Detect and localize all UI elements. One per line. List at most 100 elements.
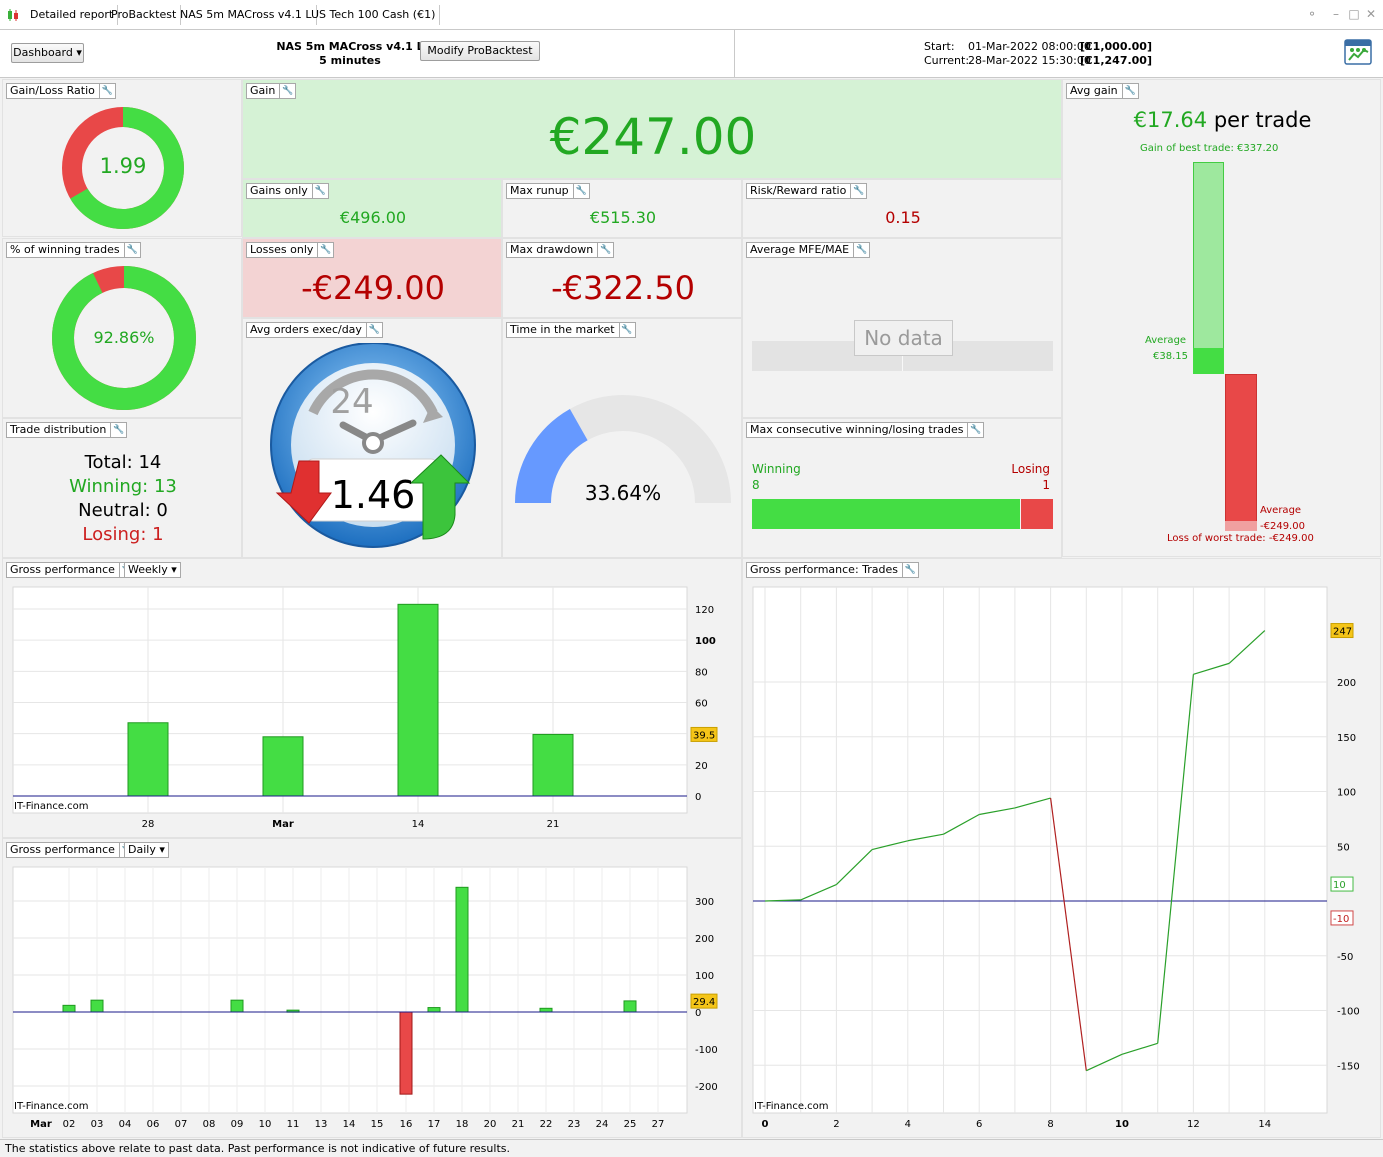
weekly-period-dropdown[interactable]: Weekly ▾: [124, 562, 181, 578]
daily-period-dropdown[interactable]: Daily ▾: [124, 842, 169, 858]
x-tick-label: 07: [175, 1119, 188, 1130]
gross-daily-title[interactable]: Gross performance🔧: [6, 842, 136, 858]
avg-orders-panel: Avg orders exec/day 🔧 24 1.46: [242, 318, 502, 558]
wrench-icon[interactable]: 🔧: [597, 242, 613, 258]
losses-only-panel: Losses only 🔧 -€249.00: [242, 238, 502, 318]
risk-reward-value: 0.15: [885, 208, 921, 227]
trade-distribution-title[interactable]: Trade distribution 🔧: [6, 422, 128, 438]
modify-probacktest-button[interactable]: Modify ProBacktest: [420, 41, 540, 61]
avg-gain-line: €17.64 per trade: [1063, 108, 1380, 132]
x-tick-label: 15: [371, 1119, 384, 1130]
gains-only-title[interactable]: Gains only 🔧: [246, 183, 329, 199]
gross-daily-panel: Gross performance🔧 Daily ▾ -200-10001002…: [2, 838, 742, 1138]
tab-probacktest[interactable]: ProBacktest: [107, 5, 182, 25]
y-tick-label: 100: [1337, 788, 1356, 799]
tab-detailed-report[interactable]: Detailed report: [26, 5, 119, 25]
timeframe: 5 minutes: [319, 54, 381, 67]
weekly-bar: [262, 736, 304, 797]
daily-bar: [539, 1007, 553, 1013]
current-date: 28-Mar-2022 15:30:00: [968, 54, 1091, 67]
weekly-bar: [532, 733, 574, 797]
avg-gain-panel: Avg gain 🔧 €17.64 per trade Gain of best …: [1062, 79, 1381, 557]
dashboard-label: Dashboard: [13, 46, 73, 59]
risk-reward-title[interactable]: Risk/Reward ratio 🔧: [746, 183, 868, 199]
weekly-bar-chart: 02040608010012028Mar142139.5: [12, 586, 718, 830]
neutral-row: Neutral: 0: [78, 500, 168, 521]
share-icon[interactable]: ⚬: [1305, 7, 1319, 21]
y-tick-label: 120: [695, 605, 714, 616]
wrench-icon[interactable]: 🔧: [618, 322, 635, 338]
trade-distribution-panel: Trade distribution 🔧 Total: 14 Winning: 1…: [2, 418, 242, 558]
weekly-bar: [127, 722, 169, 797]
x-tick-label: 0: [762, 1119, 769, 1130]
dashboard-dropdown[interactable]: Dashboard ▾: [11, 43, 84, 63]
trades-watermark: IT-Finance.com: [754, 1101, 829, 1112]
wrench-icon[interactable]: 🔧: [98, 83, 115, 99]
tab-strategy[interactable]: NAS 5m MACross v4.1 L: [176, 5, 317, 25]
wrench-icon[interactable]: 🔧: [279, 83, 295, 99]
y-tick-label: -100: [695, 1045, 718, 1056]
report-settings-icon[interactable]: [1344, 38, 1374, 68]
wrench-icon[interactable]: 🔧: [317, 242, 333, 258]
y-tick-label: 50: [1337, 842, 1350, 853]
wrench-icon[interactable]: 🔧: [572, 183, 589, 199]
max-consecutive-title[interactable]: Max consecutive winning/losing trades 🔧: [746, 422, 985, 438]
wrench-icon[interactable]: 🔧: [967, 422, 983, 438]
x-tick-label: 04: [119, 1119, 132, 1130]
gain-title[interactable]: Gain 🔧: [246, 83, 297, 99]
tab-instrument[interactable]: US Tech 100 Cash (€1): [307, 5, 441, 25]
avg-gain-title[interactable]: Avg gain 🔧: [1066, 83, 1139, 99]
y-tick-label: 0: [695, 792, 701, 803]
daily-bar: [455, 886, 469, 1013]
x-tick-label: Mar: [30, 1119, 52, 1130]
max-drawdown-panel: Max drawdown 🔧 -€322.50: [502, 238, 742, 318]
wrench-icon[interactable]: 🔧: [1121, 83, 1138, 99]
pct-winning-title[interactable]: % of winning trades 🔧: [6, 242, 141, 258]
avg-mfe-mae-title[interactable]: Average MFE/MAE 🔧: [746, 242, 871, 258]
time-in-market-title[interactable]: Time in the market 🔧: [506, 322, 636, 338]
wrench-icon[interactable]: 🔧: [311, 183, 328, 199]
gain-loss-ratio-title[interactable]: Gain/Loss Ratio 🔧: [6, 83, 116, 99]
losses-only-title[interactable]: Losses only 🔧: [246, 242, 335, 258]
winning-row: Winning: 13: [69, 476, 177, 497]
y-tick-label: -150: [1337, 1061, 1360, 1072]
chevron-down-icon: ▾: [159, 843, 165, 856]
x-tick-label: 10: [1115, 1119, 1129, 1130]
value-marker-label: 247: [1333, 627, 1352, 638]
current-label: Current:: [924, 54, 970, 67]
maximize-icon[interactable]: □: [1347, 7, 1361, 21]
average-loss-bar: [1225, 521, 1257, 531]
gross-weekly-title[interactable]: Gross performance🔧: [6, 562, 136, 578]
wrench-icon[interactable]: 🔧: [850, 183, 866, 199]
y-tick-label: 200: [1337, 678, 1356, 689]
gross-trades-title[interactable]: Gross performance: Trades 🔧: [746, 562, 919, 578]
y-tick-label: -50: [1337, 952, 1353, 963]
losing-row: Losing: 1: [82, 524, 164, 545]
weekly-watermark: IT-Finance.com: [14, 801, 89, 812]
wrench-icon[interactable]: 🔧: [110, 422, 126, 438]
y-tick-label: -200: [695, 1082, 718, 1093]
chevron-down-icon: ▾: [76, 46, 82, 59]
x-tick-label: 09: [231, 1119, 244, 1130]
max-drawdown-value: -€322.50: [551, 269, 695, 307]
consecutive-winning-bar: [752, 499, 1020, 529]
minimize-icon[interactable]: –: [1329, 7, 1343, 21]
y-tick-label: 300: [695, 897, 714, 908]
start-value: [€1,000.00]: [1080, 40, 1152, 53]
consecutive-losing-bar: [1021, 499, 1053, 529]
wrench-icon[interactable]: 🔧: [365, 322, 382, 338]
daily-bar: [62, 1004, 76, 1013]
wrench-icon[interactable]: 🔧: [123, 242, 140, 258]
max-runup-title[interactable]: Max runup 🔧: [506, 183, 590, 199]
wrench-icon[interactable]: 🔧: [853, 242, 869, 258]
wrench-icon[interactable]: 🔧: [902, 562, 918, 578]
x-tick-label: 02: [63, 1119, 76, 1130]
close-icon[interactable]: ✕: [1364, 7, 1378, 21]
consecutive-winning-value: 8: [752, 478, 760, 492]
x-tick-label: 2: [833, 1119, 839, 1130]
trade-distribution-list: Total: 14 Winning: 13 Neutral: 0 Losing:…: [3, 451, 241, 547]
max-drawdown-title[interactable]: Max drawdown 🔧: [506, 242, 615, 258]
y-tick-label: 200: [695, 934, 714, 945]
avg-orders-title[interactable]: Avg orders exec/day 🔧: [246, 322, 383, 338]
gain-value: €247.00: [549, 108, 757, 166]
